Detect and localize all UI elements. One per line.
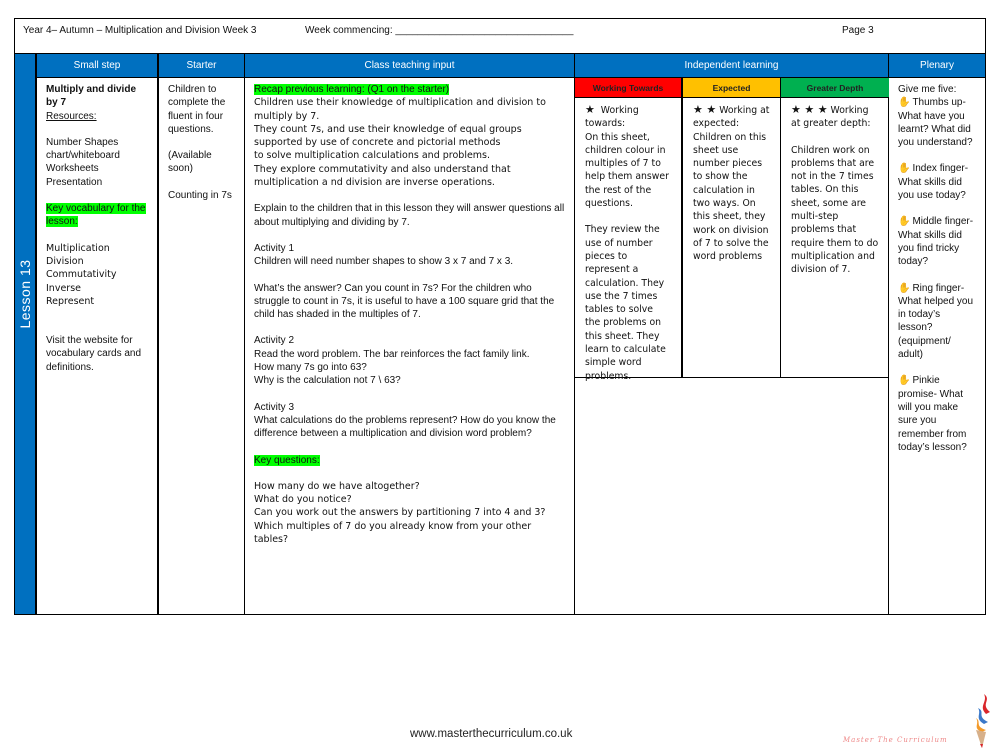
vocab-item: Represent [46,295,95,307]
star-icon: ★ ★ ★ [791,103,828,116]
activity-2-line: How many 7s go into 63? [254,362,367,374]
starter-availability: (Available soon) [168,150,212,175]
key-questions-label: Key questions: [254,454,320,466]
key-question: Can you work out the answers by partitio… [254,507,546,519]
key-question: What do you notice? [254,494,352,506]
key-vocabulary-label: Key vocabulary for the lesson: [46,203,146,228]
plenary-item: ✋ Index finger- What skills did you use t… [898,163,969,202]
resource-item: Worksheets [46,163,99,175]
activity-1-question: What’s the answer? Can you count in 7s? … [254,282,555,321]
class-teaching-column: Class teaching input Recap previous lear… [245,54,575,614]
hand-icon: ✋ [898,282,911,294]
activity-2-title: Activity 2 [254,335,295,347]
page-number: Page 3 [842,25,874,36]
star-icon: ★ ★ [693,103,717,116]
plenary-header: Plenary [889,54,985,78]
plenary-item: ✋ Ring finger- What helped you in today’s… [898,282,974,361]
expected-text: Children on this sheet use number pieces… [693,131,769,263]
master-the-curriculum-logo-icon [976,694,990,748]
resource-item: Presentation [46,176,103,188]
page-header: Year 4– Autumn – Multiplication and Divi… [14,18,986,53]
recap-line: to solve multiplication calculations and… [254,150,491,162]
working-towards-text: On this sheet, children colour in multip… [585,131,669,210]
hand-icon: ✋ [898,163,911,175]
small-step-column: Small step Multiply and divide by 7 Reso… [37,54,159,614]
hand-icon: ✋ [898,216,911,228]
independent-learning-header: Independent learning [575,54,888,78]
plenary-item: ✋ Thumbs up- What have you learnt? What d… [898,97,973,149]
website-link[interactable]: www.masterthecurriculum.co.uk [410,728,572,740]
website-note: Visit the website for vocabulary cards a… [46,335,142,373]
starter-counting: Counting in 7s [168,189,232,201]
working-towards-column: Working Towards ★ Working towards: On th… [575,78,683,382]
activity-2-line: Why is the calculation not 7 \ 63? [254,375,401,387]
recap-line: Children use their knowledge of multipli… [254,97,546,122]
starter-column: Starter Children to complete the fluent … [159,54,245,614]
lesson-intro: Explain to the children that in this les… [254,203,565,228]
expected-header: Expected [683,78,780,98]
vocab-item: Inverse [46,282,81,294]
greater-depth-column: Greater Depth ★ ★ ★ Working at greater d… [781,78,889,377]
class-teaching-header: Class teaching input [245,54,574,78]
vocab-item: Commutativity [46,269,117,281]
starter-text: Children to complete the fluent in four … [168,84,226,135]
recap-label: Recap previous learning: (Q1 on the star… [254,84,450,95]
plenary-item: ✋ Pinkie promise- What will you make sure… [898,375,967,453]
resource-item: chart/whiteboard [46,150,120,162]
vocab-item: Division [46,255,84,267]
resources-label: Resources: [46,110,97,122]
hand-icon: ✋ [898,375,911,387]
recap-line: They count 7s, and use their knowledge o… [254,123,522,149]
plenary-item: ✋ Middle finger- What skills did you find… [898,216,974,268]
document-title: Year 4– Autumn – Multiplication and Divi… [23,25,257,36]
recap-line: They explore commutativity and also unde… [254,163,511,189]
key-question: Which multiples of 7 do you already know… [254,520,532,546]
lesson-strip: Lesson 13 [15,54,37,614]
activity-3-title: Activity 3 [254,401,295,413]
small-step-title: Multiply and divide by 7 [46,84,137,109]
independent-learning-column: Independent learning Working Towards ★ W… [575,54,889,614]
week-commencing: Week commencing: _______________________… [305,25,574,36]
working-towards-header: Working Towards [575,78,681,98]
lesson-number-label: Lesson 13 [17,259,33,329]
working-towards-text-2: They review the use of number pieces to … [585,224,666,382]
resource-item: Number Shapes [46,136,119,148]
activity-1-title: Activity 1 [254,242,295,254]
star-icon: ★ [585,103,595,116]
plenary-column: Plenary Give me five: ✋ Thumbs up- What h… [889,54,985,614]
starter-header: Starter [159,54,244,78]
activity-1-text: Children will need number shapes to show… [254,256,514,268]
greater-depth-text: Children work on problems that are not i… [791,144,879,276]
small-step-header: Small step [37,54,157,78]
activity-3-text: What calculations do the problems repres… [254,414,556,440]
plenary-intro: Give me five: [898,84,957,95]
greater-depth-header: Greater Depth [781,78,889,98]
key-question: How many do we have altogether? [254,480,420,492]
logo-text: Master The Curriculum [843,736,948,744]
vocab-item: Multiplication [46,242,110,254]
activity-2-line: Read the word problem. The bar reinforce… [254,348,530,360]
expected-column: Expected ★ ★ Working at expected: Childr… [683,78,781,377]
lesson-plan-table: Lesson 13 Small step Multiply and divide… [14,53,986,615]
hand-icon: ✋ [898,97,911,109]
